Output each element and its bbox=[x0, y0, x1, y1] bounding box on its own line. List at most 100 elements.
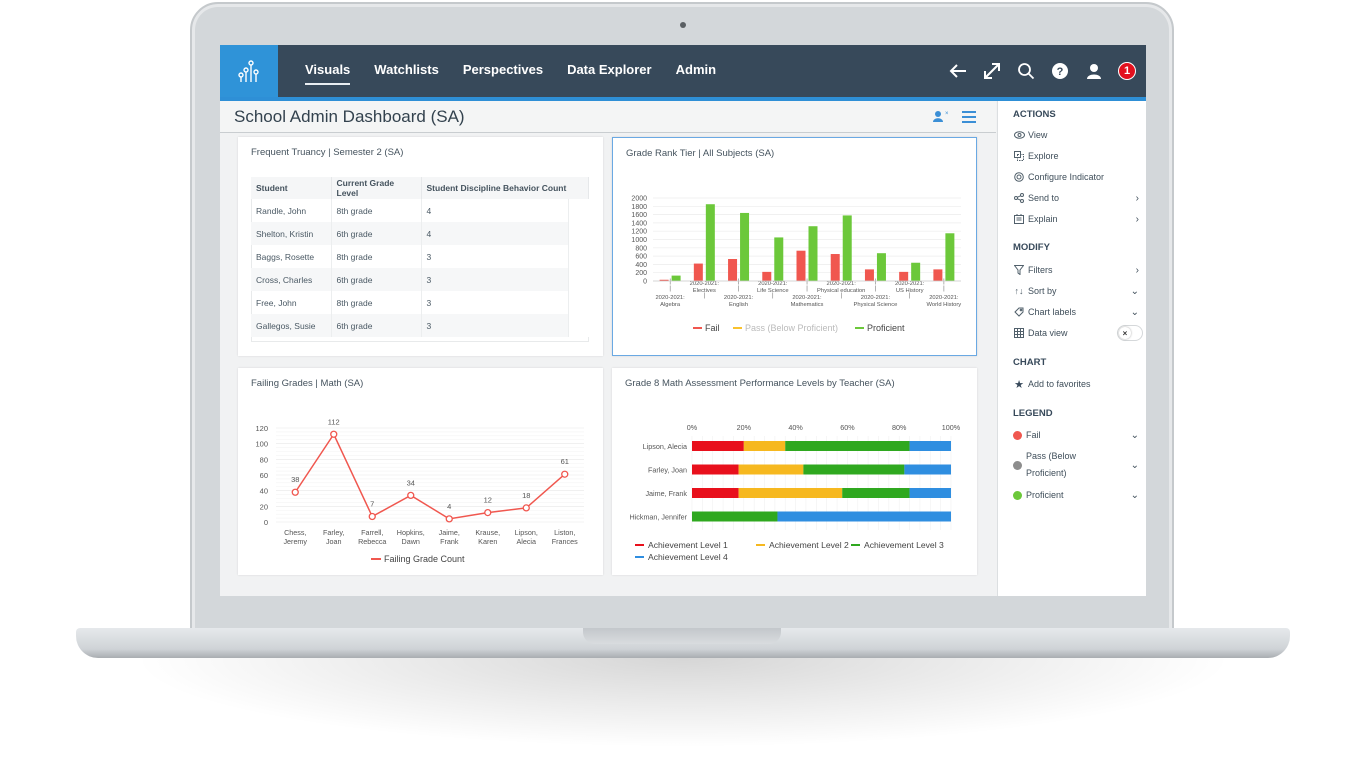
table-scroll-gutter bbox=[568, 199, 589, 222]
x-tick-label: Mathematics bbox=[791, 302, 824, 308]
action-explain[interactable]: Explain › bbox=[1013, 211, 1139, 227]
table-row[interactable]: Shelton, Kristin 6th grade 4 bbox=[251, 222, 589, 245]
bar-proficient[interactable] bbox=[740, 212, 750, 281]
bar-fail[interactable] bbox=[899, 271, 909, 281]
data-point[interactable] bbox=[522, 504, 530, 512]
legend-label[interactable]: Achievement Level 1 bbox=[648, 540, 728, 550]
grade-rank-chart: 0200400600800100012001400160018002000||2… bbox=[631, 196, 961, 334]
column-header[interactable]: Student Discipline Behavior Count bbox=[421, 177, 589, 199]
performance-levels-card[interactable]: Grade 8 Math Assessment Performance Leve… bbox=[612, 368, 977, 575]
nav-admin[interactable]: Admin bbox=[676, 45, 716, 97]
bar-proficient[interactable] bbox=[671, 275, 681, 281]
failing-grades-card[interactable]: Failing Grades | Math (SA) 0 20 40 60 80 100 1… bbox=[238, 368, 603, 575]
bar-segment-level-4[interactable] bbox=[909, 441, 951, 451]
x-tick-label: Algebra bbox=[660, 302, 681, 308]
column-header[interactable]: Student bbox=[251, 177, 332, 199]
legend-item-pass[interactable]: Pass (Below Proficient) ⌄ bbox=[1013, 448, 1139, 482]
bar-segment-level-3[interactable] bbox=[692, 511, 778, 522]
legend-label[interactable]: Achievement Level 4 bbox=[648, 552, 728, 562]
bar-segment-level-1[interactable] bbox=[692, 441, 744, 451]
legend-label[interactable]: Proficient bbox=[867, 323, 905, 333]
y-tick-label: 100 bbox=[255, 440, 268, 449]
table-row[interactable]: Baggs, Rosette 8th grade 3 bbox=[251, 245, 589, 268]
bar-segment-level-1[interactable] bbox=[692, 464, 739, 475]
action-view[interactable]: View bbox=[1013, 127, 1139, 143]
bar-proficient[interactable] bbox=[808, 226, 818, 281]
data-point[interactable] bbox=[291, 488, 299, 496]
data-point[interactable] bbox=[368, 512, 376, 521]
action-label: Explore bbox=[1028, 151, 1059, 161]
bar-segment-level-3[interactable] bbox=[803, 464, 905, 475]
bar-fail[interactable] bbox=[796, 250, 806, 281]
bar-segment-level-3[interactable] bbox=[785, 441, 910, 451]
y-tick-label: 600 bbox=[635, 254, 647, 261]
nav-data-explorer[interactable]: Data Explorer bbox=[567, 45, 652, 97]
legend-label[interactable]: Pass (Below Proficient) bbox=[745, 323, 838, 333]
bar-fail[interactable] bbox=[864, 269, 874, 281]
column-header[interactable]: Current Grade Level bbox=[331, 177, 422, 199]
legend-label[interactable]: Achievement Level 3 bbox=[864, 540, 944, 550]
app-logo[interactable] bbox=[220, 45, 278, 97]
data-point[interactable] bbox=[330, 430, 338, 438]
action-explore[interactable]: Explore bbox=[1013, 148, 1139, 164]
bar-fail[interactable] bbox=[933, 269, 943, 281]
legend-label[interactable]: Achievement Level 2 bbox=[769, 540, 849, 550]
nav-watchlists[interactable]: Watchlists bbox=[374, 45, 439, 97]
action-configure-indicator[interactable]: Configure Indicator bbox=[1013, 169, 1139, 185]
explore-icon bbox=[1013, 151, 1025, 161]
data-point[interactable] bbox=[407, 491, 415, 500]
back-arrow-icon[interactable] bbox=[948, 61, 968, 81]
modify-sort-by[interactable]: ↑↓ Sort by ⌄ bbox=[1013, 283, 1140, 299]
bar-fail[interactable] bbox=[762, 271, 772, 281]
data-point[interactable] bbox=[561, 470, 569, 478]
table-row[interactable]: Randle, John 8th grade 4 bbox=[251, 199, 589, 222]
legend-label[interactable]: Fail bbox=[705, 323, 720, 333]
bar-proficient[interactable] bbox=[842, 215, 852, 281]
notification-badge[interactable]: 1 bbox=[1118, 62, 1136, 80]
legend-label[interactable]: Failing Grade Count bbox=[384, 554, 465, 564]
bar-proficient[interactable] bbox=[945, 233, 955, 281]
menu-icon[interactable] bbox=[962, 110, 976, 128]
bar-proficient[interactable] bbox=[876, 253, 886, 281]
table-row[interactable]: Free, John 8th grade 3 bbox=[251, 291, 589, 314]
data-point[interactable] bbox=[445, 515, 453, 523]
bar-segment-level-4[interactable] bbox=[904, 464, 951, 475]
bar-proficient[interactable] bbox=[774, 237, 784, 281]
legend-item-proficient[interactable]: Proficient ⌄ bbox=[1013, 487, 1139, 503]
bar-proficient[interactable] bbox=[705, 204, 715, 281]
modify-chart-labels[interactable]: Chart labels ⌄ bbox=[1013, 304, 1139, 320]
bar-segment-level-3[interactable] bbox=[842, 488, 910, 498]
y-tick-label: 20 bbox=[260, 502, 268, 511]
modify-filters[interactable]: Filters › bbox=[1013, 262, 1139, 278]
bar-fail[interactable] bbox=[728, 259, 738, 281]
legend-item-fail[interactable]: Fail ⌄ bbox=[1013, 427, 1139, 443]
bar-fail[interactable] bbox=[830, 254, 840, 281]
expand-icon[interactable] bbox=[982, 61, 1002, 81]
user-icon[interactable] bbox=[1084, 61, 1104, 81]
bar-segment-level-1[interactable] bbox=[692, 488, 739, 498]
bar-segment-level-4[interactable] bbox=[777, 511, 951, 522]
bar-segment-level-2[interactable] bbox=[743, 441, 786, 451]
truancy-card[interactable]: Frequent Truancy | Semester 2 (SA) Stude… bbox=[238, 137, 603, 356]
table-row[interactable]: Gallegos, Susie 6th grade 3 bbox=[251, 314, 589, 337]
bar-fail[interactable] bbox=[693, 263, 703, 281]
bar-segment-level-2[interactable] bbox=[738, 488, 843, 498]
grade-rank-card[interactable]: Grade Rank Tier | All Subjects (SA) 0 200… bbox=[612, 137, 977, 356]
modify-data-view[interactable]: Data view × bbox=[1013, 325, 1143, 341]
nav-visuals[interactable]: Visuals bbox=[305, 45, 351, 97]
share-user-icon[interactable]: × bbox=[932, 109, 949, 128]
action-send-to[interactable]: Send to › bbox=[1013, 190, 1139, 206]
tick-mark-label: | bbox=[875, 279, 877, 285]
bar-segment-level-2[interactable] bbox=[738, 464, 804, 475]
search-icon[interactable] bbox=[1016, 61, 1036, 81]
bar-segment-level-4[interactable] bbox=[909, 488, 951, 498]
help-icon[interactable]: ? bbox=[1050, 61, 1070, 81]
legend-color-dot bbox=[1013, 430, 1022, 440]
bar-proficient[interactable] bbox=[911, 262, 921, 281]
nav-perspectives[interactable]: Perspectives bbox=[463, 45, 543, 97]
modify-label: Sort by bbox=[1028, 286, 1057, 296]
data-view-toggle[interactable]: × bbox=[1117, 325, 1143, 341]
chart-add-to-favorites[interactable]: ★ Add to favorites bbox=[1013, 376, 1139, 392]
table-row[interactable]: Cross, Charles 6th grade 3 bbox=[251, 268, 589, 291]
data-point[interactable] bbox=[484, 508, 492, 517]
